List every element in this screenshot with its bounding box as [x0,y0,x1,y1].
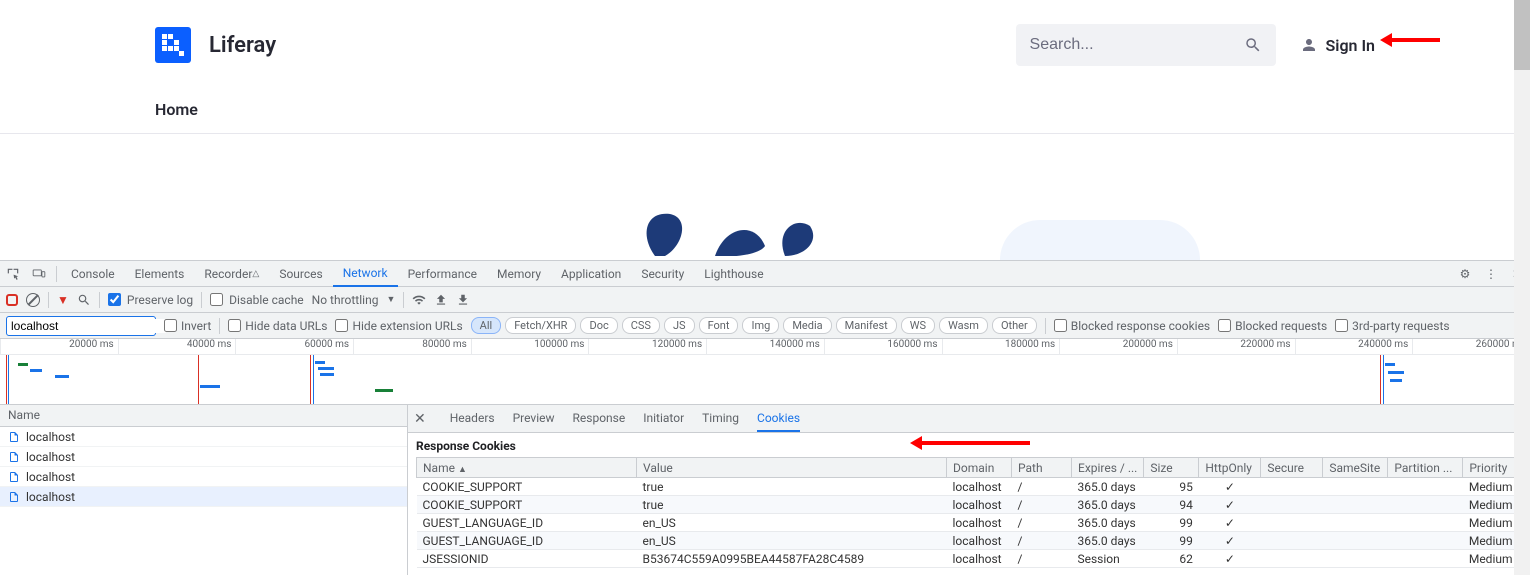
sign-in-link[interactable]: Sign In [1300,36,1375,55]
detail-tab-initiator[interactable]: Initiator [643,406,684,432]
cookie-col-secure[interactable]: Secure [1261,458,1323,478]
cookie-row[interactable]: COOKIE_SUPPORTtruelocalhost/365.0 days95… [417,478,1522,496]
filter-chip-all[interactable]: All [471,317,502,334]
invert-checkbox[interactable]: Invert [164,319,211,333]
filter-chip-fetch-xhr[interactable]: Fetch/XHR [505,317,576,334]
detail-tab-headers[interactable]: Headers [450,406,495,432]
detail-tab-timing[interactable]: Timing [702,406,739,432]
device-mode-icon[interactable] [26,261,52,287]
cookie-row[interactable]: JSESSIONIDB53674C559A0995BEA44587FA28C45… [417,550,1522,568]
document-icon [8,471,20,483]
cookie-col-size[interactable]: Size [1144,458,1199,478]
filter-chip-css[interactable]: CSS [622,317,660,334]
cookie-col-priority[interactable]: Priority [1463,458,1522,478]
devtools-tab-lighthouse[interactable]: Lighthouse [694,261,773,287]
settings-icon[interactable]: ⚙ [1452,261,1478,287]
cookie-col-partition-[interactable]: Partition ... [1388,458,1463,478]
search-box[interactable] [1016,24,1276,66]
liferay-logo[interactable] [155,27,191,63]
filter-chip-media[interactable]: Media [783,317,831,334]
nav-home[interactable]: Home [155,100,198,119]
network-timeline[interactable]: 20000 ms40000 ms60000 ms80000 ms100000 m… [0,339,1530,405]
filter-chip-ws[interactable]: WS [901,317,935,334]
detail-tab-cookies[interactable]: Cookies [757,406,800,432]
page-content: Liferay Sign In Home [0,0,1530,260]
disable-cache-checkbox[interactable]: Disable cache [210,293,304,307]
cookie-col-value[interactable]: Value [637,458,947,478]
hide-data-urls-checkbox[interactable]: Hide data URLs [228,319,327,333]
third-party-checkbox[interactable]: 3rd-party requests [1335,319,1449,333]
throttling-select[interactable]: No throttling [312,293,379,307]
filter-input[interactable]: ⊗ [6,316,156,336]
filter-icon[interactable]: ▼ [57,293,69,307]
cookie-col-path[interactable]: Path [1012,458,1072,478]
devtools-tab-security[interactable]: Security [631,261,694,287]
document-icon [8,451,20,463]
hide-ext-urls-checkbox[interactable]: Hide extension URLs [335,319,462,333]
request-item[interactable]: localhost [0,467,407,487]
search-icon [1244,36,1262,54]
brand-title: Liferay [209,33,276,58]
filter-chip-wasm[interactable]: Wasm [939,317,988,334]
cookie-row[interactable]: GUEST_LANGUAGE_IDen_USlocalhost/365.0 da… [417,532,1522,550]
devtools-tab-network[interactable]: Network [333,261,398,287]
filter-chip-other[interactable]: Other [992,317,1037,334]
devtools-tab-memory[interactable]: Memory [487,261,551,287]
devtools-tab-sources[interactable]: Sources [269,261,332,287]
filter-chip-doc[interactable]: Doc [580,317,617,334]
devtools-tab-application[interactable]: Application [551,261,631,287]
record-button[interactable] [6,294,18,306]
detail-tab-preview[interactable]: Preview [513,406,555,432]
scrollbar[interactable] [1514,0,1530,575]
annotation-arrow-icon [910,433,1030,453]
wifi-icon[interactable] [412,293,426,307]
cookie-col-domain[interactable]: Domain [947,458,1012,478]
devtools-tab-console[interactable]: Console [61,261,125,287]
cookie-col-httponly[interactable]: HttpOnly [1199,458,1261,478]
close-detail-icon[interactable]: ✕ [414,411,426,427]
blocked-cookies-checkbox[interactable]: Blocked response cookies [1054,319,1210,333]
request-item[interactable]: localhost [0,427,407,447]
more-icon[interactable]: ⋮ [1478,261,1504,287]
request-item[interactable]: localhost [0,487,407,507]
filter-chip-font[interactable]: Font [699,317,739,334]
cookies-table: Name▲ValueDomainPathExpires / ...SizeHtt… [416,457,1522,568]
filter-chip-manifest[interactable]: Manifest [836,317,897,334]
filter-chip-img[interactable]: Img [742,317,779,334]
request-list-header[interactable]: Name [0,405,407,427]
cookie-col-samesite[interactable]: SameSite [1323,458,1388,478]
search-input[interactable] [1030,36,1244,54]
request-item[interactable]: localhost [0,447,407,467]
filter-chip-js[interactable]: JS [664,317,695,334]
cookie-col-name[interactable]: Name▲ [417,458,637,478]
inspect-icon[interactable] [0,261,26,287]
document-icon [8,431,20,443]
blocked-requests-checkbox[interactable]: Blocked requests [1218,319,1327,333]
user-icon [1300,36,1318,54]
download-icon[interactable] [456,293,470,307]
cookie-row[interactable]: COOKIE_SUPPORTtruelocalhost/365.0 days94… [417,496,1522,514]
annotation-arrow-icon [1380,30,1440,54]
devtools-tab-elements[interactable]: Elements [125,261,195,287]
search-icon[interactable] [77,293,91,307]
illustration-leaves [635,206,895,260]
devtools-tab-performance[interactable]: Performance [398,261,487,287]
cookie-col-expires-[interactable]: Expires / ... [1072,458,1144,478]
devtools-panel: ConsoleElementsRecorder △SourcesNetworkP… [0,260,1530,575]
illustration-cloud [1000,220,1200,260]
document-icon [8,491,20,503]
devtools-tab-recorder[interactable]: Recorder △ [194,261,269,287]
cookie-row[interactable]: GUEST_LANGUAGE_IDen_USlocalhost/365.0 da… [417,514,1522,532]
detail-tab-response[interactable]: Response [573,406,626,432]
upload-icon[interactable] [434,293,448,307]
preserve-log-checkbox[interactable]: Preserve log [108,293,193,307]
clear-button[interactable] [26,293,40,307]
